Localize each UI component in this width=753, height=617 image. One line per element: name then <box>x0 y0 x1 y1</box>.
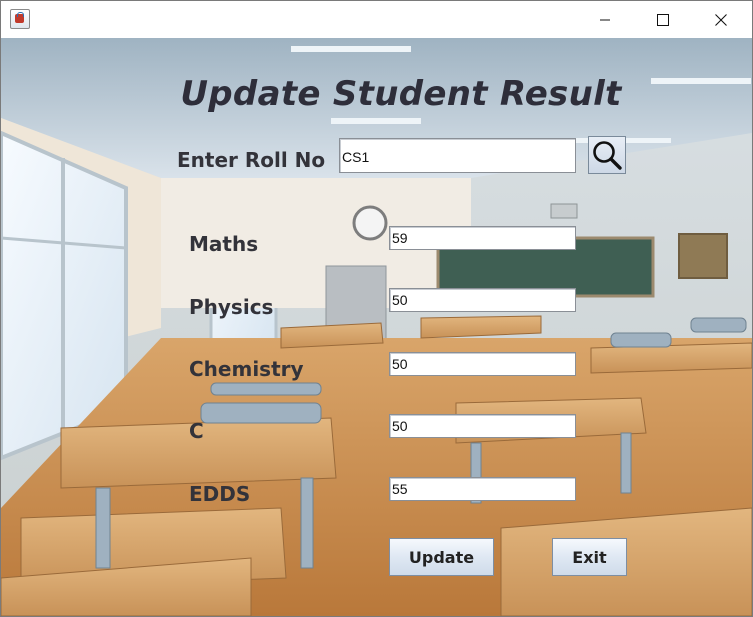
magnifier-icon <box>593 141 622 170</box>
minimize-icon <box>600 19 610 20</box>
maths-label: Maths <box>189 232 259 256</box>
update-button[interactable]: Update <box>389 538 494 576</box>
classroom-background <box>1 38 752 616</box>
physics-label: Physics <box>189 295 274 319</box>
search-button[interactable] <box>588 136 626 174</box>
c-label: C <box>189 419 204 443</box>
maximize-button[interactable] <box>640 1 686 38</box>
java-cup-icon <box>10 9 30 29</box>
exit-button[interactable]: Exit <box>552 538 627 576</box>
form-panel: Update Student Result Enter Roll No CS1 … <box>1 38 752 616</box>
maths-input[interactable]: 59 <box>389 226 576 250</box>
minimize-button[interactable] <box>582 1 628 38</box>
physics-input[interactable]: 50 <box>389 288 576 312</box>
close-icon <box>715 13 727 26</box>
edds-input[interactable]: 55 <box>389 477 576 501</box>
c-input[interactable]: 50 <box>389 414 576 438</box>
edds-label: EDDS <box>189 482 251 506</box>
chemistry-label: Chemistry <box>189 357 304 381</box>
close-button[interactable] <box>698 1 744 38</box>
title-bar <box>1 1 752 38</box>
roll-no-input[interactable]: CS1 <box>339 138 576 173</box>
maximize-icon <box>657 13 669 26</box>
page-title: Update Student Result <box>180 74 622 114</box>
app-window: Update Student Result Enter Roll No CS1 … <box>0 0 753 617</box>
roll-no-label: Enter Roll No <box>177 148 326 172</box>
chemistry-input[interactable]: 50 <box>389 352 576 376</box>
